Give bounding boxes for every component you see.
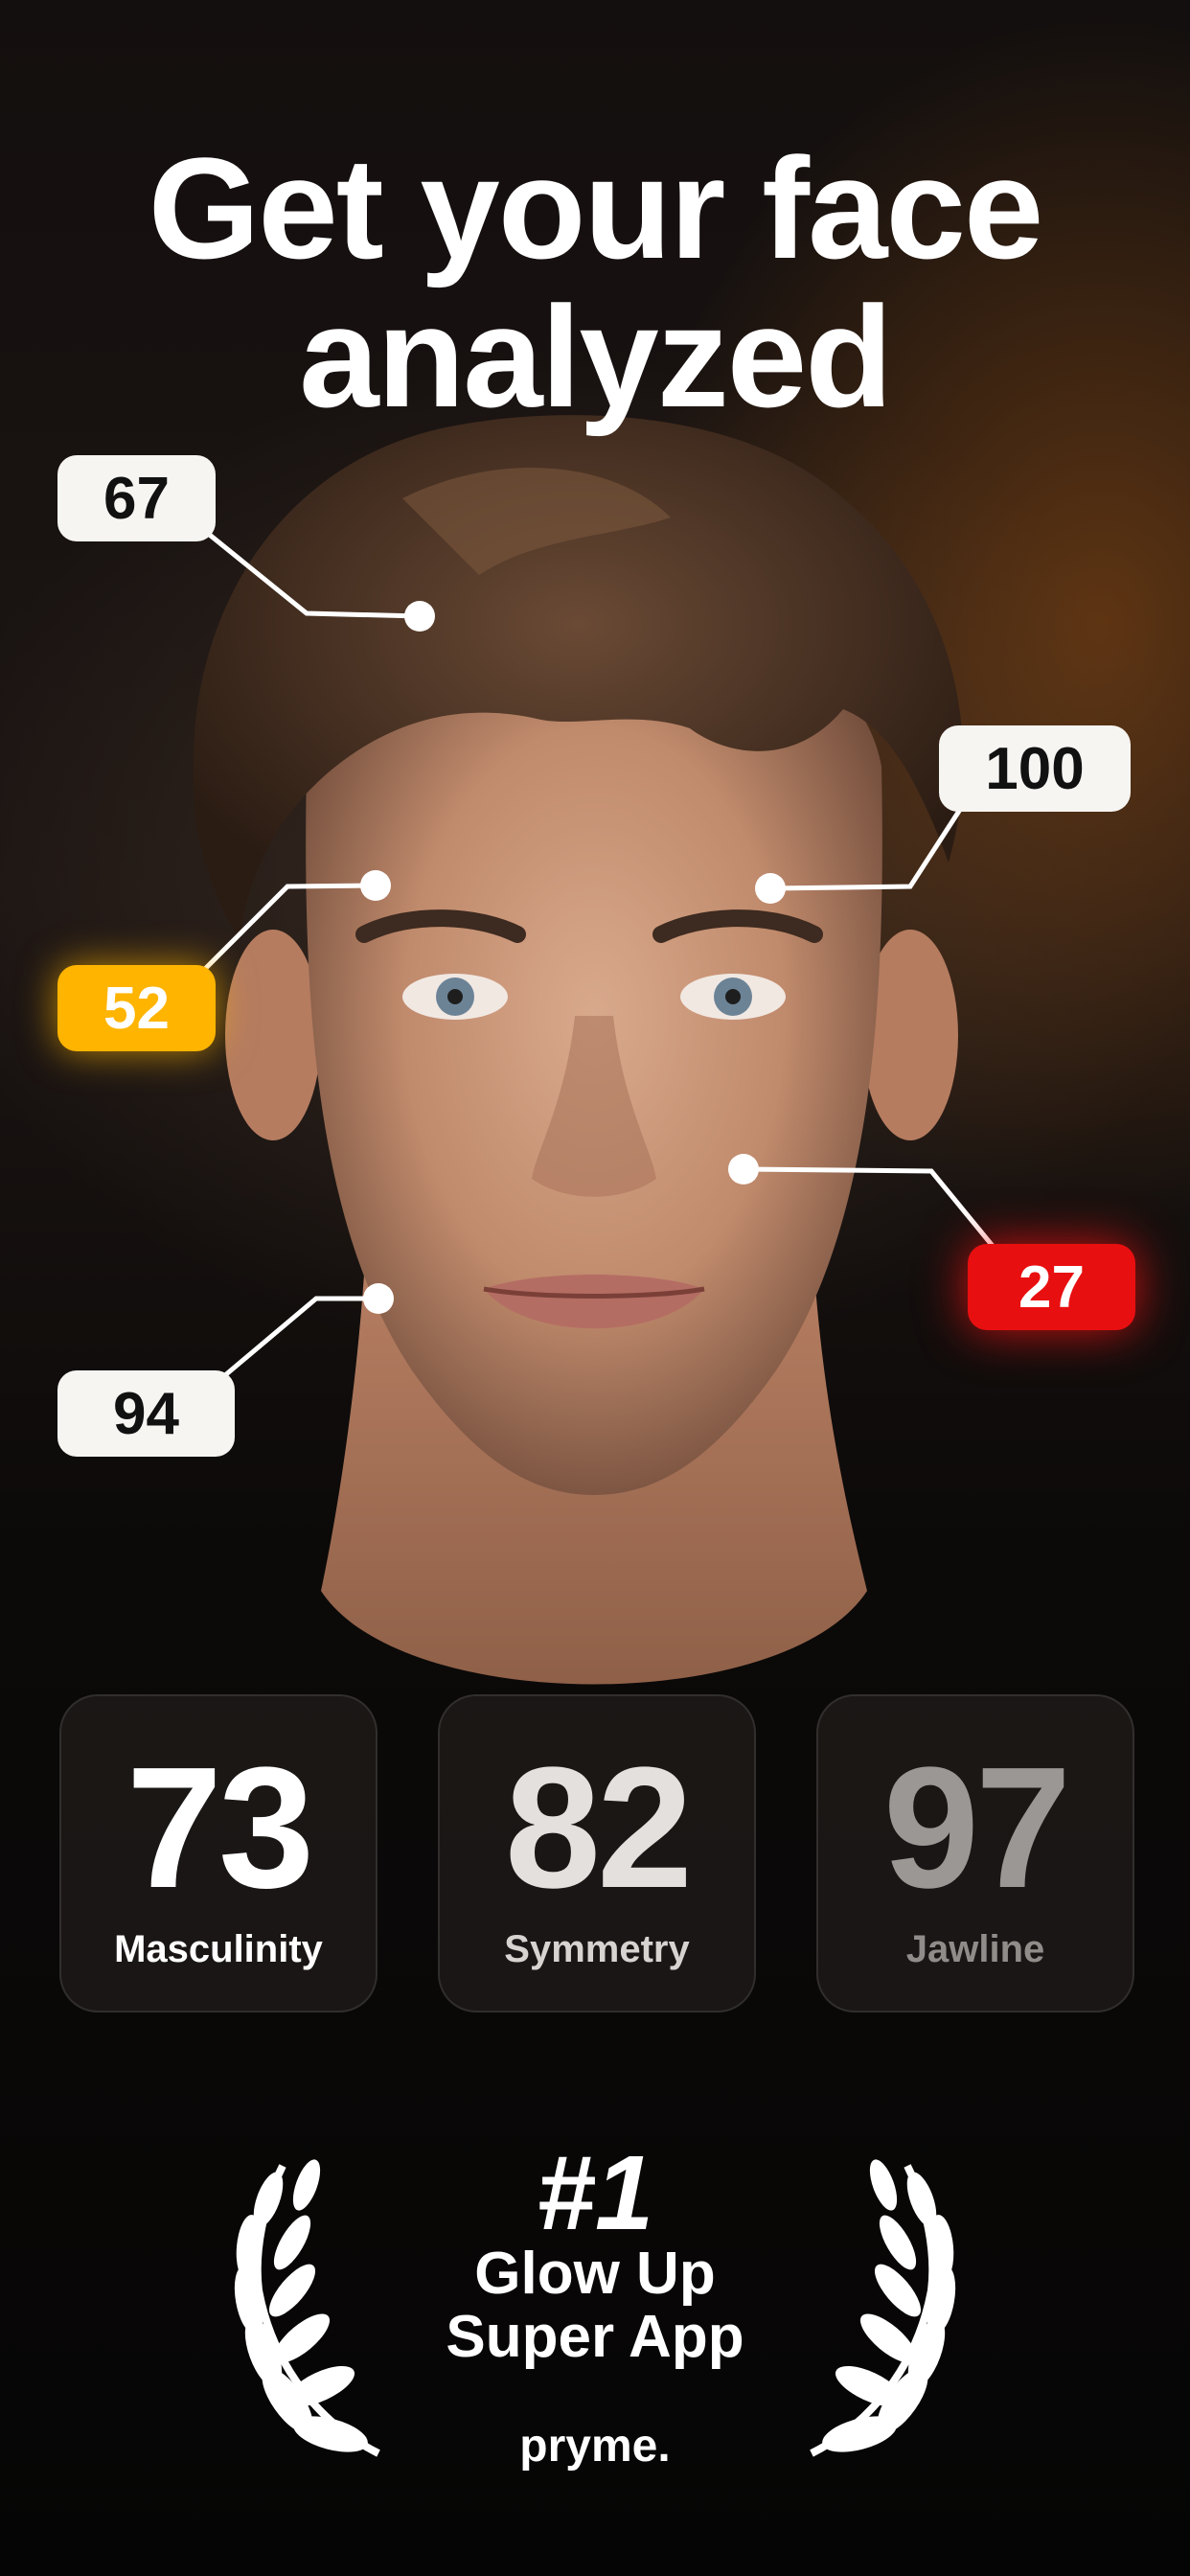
score-card-symmetry: 82 Symmetry bbox=[438, 1694, 756, 2012]
tagline-line-1: Glow Up bbox=[474, 2241, 716, 2307]
brand-name: pryme. bbox=[519, 2421, 671, 2472]
callout-hairline: 67 bbox=[57, 455, 216, 541]
headline-line-2: analyzed bbox=[299, 276, 893, 437]
rank-badge: #1 bbox=[536, 2134, 654, 2252]
callout-jaw: 94 bbox=[57, 1370, 235, 1457]
headline: Get your face analyzed bbox=[0, 134, 1190, 431]
score-label: Jawline bbox=[905, 1928, 1045, 1970]
score-label: Symmetry bbox=[504, 1928, 690, 1970]
score-label: Masculinity bbox=[114, 1928, 323, 1970]
callout-brow: 52 bbox=[57, 965, 216, 1051]
score-value: 82 bbox=[504, 1732, 693, 1924]
headline-line-1: Get your face bbox=[148, 127, 1044, 288]
callout-cheek: 27 bbox=[968, 1244, 1135, 1330]
callout-forehead: 100 bbox=[939, 725, 1131, 812]
score-value: 97 bbox=[882, 1732, 1071, 1924]
score-value: 73 bbox=[126, 1732, 314, 1924]
award-tagline: Glow Up Super App bbox=[0, 2242, 1190, 2369]
tagline-line-2: Super App bbox=[446, 2304, 744, 2370]
score-card-masculinity: 73 Masculinity bbox=[59, 1694, 378, 2012]
score-card-jawline: 97 Jawline bbox=[816, 1694, 1134, 2012]
